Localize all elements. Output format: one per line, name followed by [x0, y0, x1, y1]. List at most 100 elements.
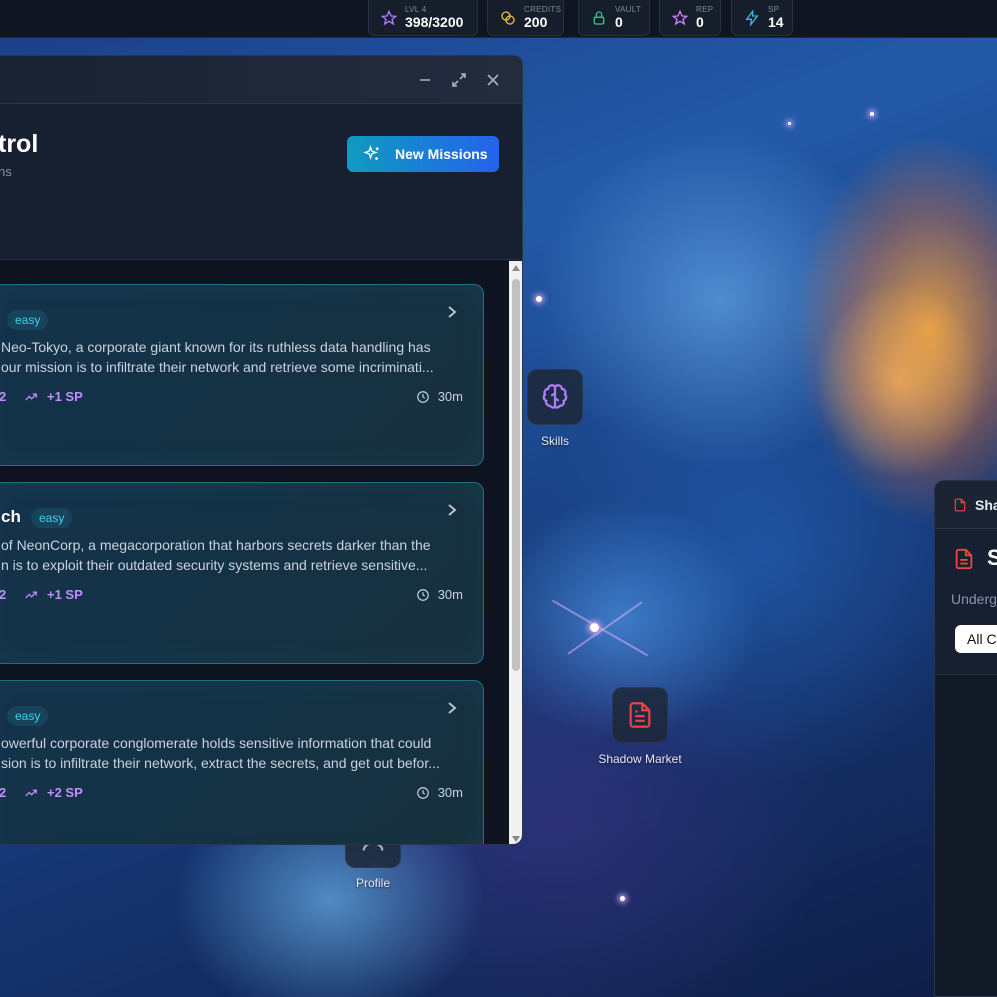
stat-value: 0 [696, 14, 704, 30]
star-icon [672, 9, 688, 25]
credits-reward: 2 [0, 785, 6, 800]
shadow-market-label: Shadow Market [598, 752, 682, 766]
star [788, 122, 791, 125]
stats-bar: LVL 4 398/3200 CREDITS 200 VAULT 0 REP 0 SP 1… [0, 0, 997, 38]
clock-icon [416, 588, 429, 601]
stat-rep: REP 0 [659, 0, 721, 36]
chevron-right-icon [445, 503, 459, 522]
stat-sp: SP 14 [731, 0, 793, 36]
close-button[interactable] [483, 70, 503, 90]
profile-label: Profile [355, 876, 390, 890]
stat-label: VAULT [615, 5, 642, 14]
sp-value: +2 SP [47, 785, 83, 800]
page-subtitle: ns [0, 164, 12, 179]
mission-duration: 30m [416, 587, 463, 602]
mission-description: of NeonCorp, a megacorporation that harb… [1, 535, 453, 575]
sp-reward: +1 SP [23, 389, 83, 404]
difficulty-badge: easy [7, 706, 49, 726]
page-subtitle: Underg [951, 591, 997, 607]
maximize-button[interactable] [449, 70, 469, 90]
sp-reward: +2 SP [23, 785, 83, 800]
close-icon [487, 74, 499, 86]
coins-icon [501, 10, 515, 25]
document-icon [954, 498, 966, 512]
credits-reward: 2 [0, 389, 6, 404]
document-icon [629, 702, 651, 728]
description-line: our mission is to infiltrate their netwo… [1, 359, 434, 375]
mission-card[interactable]: ch easy of NeonCorp, a megacorporation t… [0, 482, 484, 664]
window-titlebar[interactable] [0, 56, 522, 104]
scrollbar-thumb[interactable] [512, 279, 520, 671]
difficulty-badge: easy [31, 508, 73, 528]
shadow-market-window: Sha S Underg All C [934, 480, 997, 997]
mission-duration: 30m [416, 785, 463, 800]
chevron-right-icon [445, 701, 459, 720]
description-line: owerful corporate conglomerate holds sen… [1, 735, 432, 751]
stat-label: LVL 4 [405, 5, 427, 14]
minimize-icon [420, 79, 430, 81]
duration-value: 30m [437, 785, 463, 800]
window-header: trol ns New Missions [0, 104, 522, 260]
scroll-down-arrow[interactable] [512, 836, 520, 842]
stat-value: 0 [615, 14, 623, 30]
star [536, 296, 542, 302]
lock-icon [593, 10, 605, 25]
chevron-right-icon [445, 305, 459, 324]
mission-description: Neo-Tokyo, a corporate giant known for i… [1, 337, 453, 377]
trending-up-icon [25, 788, 37, 796]
trending-up-icon [25, 392, 37, 400]
brain-icon [542, 384, 568, 409]
credits-reward: 2 [0, 587, 6, 602]
filter-value: All C [967, 631, 997, 647]
sparkles-icon [363, 145, 379, 160]
shadow-market-desktop-icon[interactable] [612, 687, 668, 743]
stat-value: 14 [768, 14, 784, 30]
maximize-icon [452, 73, 466, 87]
stat-label: CREDITS [524, 5, 562, 14]
mission-description: owerful corporate conglomerate holds sen… [1, 733, 453, 773]
stat-label: SP [768, 5, 780, 14]
scroll-up-arrow[interactable] [512, 265, 520, 271]
new-missions-label: New Missions [395, 146, 488, 162]
stat-value: 200 [524, 14, 548, 30]
star [620, 896, 625, 901]
mission-control-window: trol ns New Missions easy Neo-Tokyo, a c… [0, 55, 523, 845]
description-line: n is to exploit their outdated security … [1, 557, 428, 573]
sp-value: +1 SP [47, 587, 83, 602]
window-titlebar[interactable]: Sha [935, 481, 997, 529]
mission-duration: 30m [416, 389, 463, 404]
skills-desktop-icon[interactable] [527, 369, 583, 425]
duration-value: 30m [437, 587, 463, 602]
stat-label: REP [696, 5, 714, 14]
mission-card[interactable]: easy owerful corporate conglomerate hold… [0, 680, 484, 844]
duration-value: 30m [437, 389, 463, 404]
new-missions-button[interactable]: New Missions [347, 136, 499, 172]
mission-list-scrollbar[interactable] [509, 261, 522, 844]
sp-value: +1 SP [47, 389, 83, 404]
lightning-icon [745, 9, 759, 26]
minimize-button[interactable] [415, 70, 435, 90]
mission-card[interactable]: easy Neo-Tokyo, a corporate giant known … [0, 284, 484, 466]
description-line: Neo-Tokyo, a corporate giant known for i… [1, 339, 431, 355]
document-icon [955, 548, 973, 570]
page-title: trol [0, 130, 39, 158]
window-header: S Underg All C [935, 529, 997, 675]
mission-list: easy Neo-Tokyo, a corporate giant known … [0, 261, 509, 844]
page-title: S [987, 545, 997, 571]
description-line: sion is to infiltrate their network, ext… [1, 755, 440, 771]
star [870, 112, 874, 116]
trending-up-icon [25, 590, 37, 598]
stat-value: 398/3200 [405, 14, 464, 30]
mission-title: ch [1, 507, 21, 526]
category-filter[interactable]: All C [955, 625, 997, 653]
star-icon [381, 9, 397, 25]
bright-star [590, 623, 599, 632]
clock-icon [416, 390, 429, 403]
stat-level: LVL 4 398/3200 [368, 0, 478, 36]
stat-credits: CREDITS 200 [487, 0, 564, 36]
window-title: Sha [975, 497, 997, 513]
difficulty-badge: easy [7, 310, 49, 330]
description-line: of NeonCorp, a megacorporation that harb… [1, 537, 431, 553]
sp-reward: +1 SP [23, 587, 83, 602]
clock-icon [416, 786, 429, 799]
